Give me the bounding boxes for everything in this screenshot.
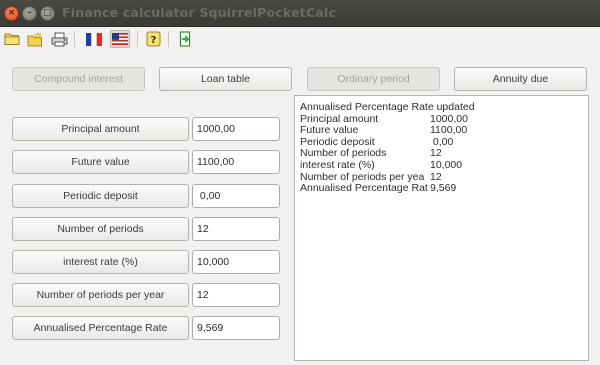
- periods-per-year-button[interactable]: Number of periods per year: [12, 283, 189, 307]
- loan-table-button[interactable]: Loan table: [159, 67, 292, 91]
- french-flag-icon[interactable]: [85, 30, 103, 48]
- periods-per-year-input[interactable]: 12: [192, 283, 280, 307]
- window-title: Finance calculator SquirrelPocketCalc: [62, 5, 337, 20]
- close-icon: ×: [7, 8, 16, 18]
- number-of-periods-input[interactable]: 12: [192, 217, 280, 241]
- annuity-due-button[interactable]: Annuity due: [454, 67, 587, 91]
- help-icon[interactable]: ?: [144, 30, 162, 48]
- future-value-button[interactable]: Future value: [12, 150, 189, 174]
- output-row-label: interest rate (%): [300, 159, 375, 171]
- periodic-deposit-input[interactable]: 0,00: [192, 184, 280, 208]
- output-row-label: Number of periods per yea: [300, 171, 425, 183]
- maximize-window-button[interactable]: □: [40, 6, 55, 21]
- output-row-label: Number of periods: [300, 148, 387, 160]
- output-row-label: Periodic deposit: [300, 136, 375, 148]
- output-row-label: Future value: [300, 125, 359, 137]
- new-folder-icon[interactable]: [26, 30, 44, 48]
- svg-text:?: ?: [150, 35, 156, 46]
- results-output-panel[interactable]: Annualised Percentage Rate updated Princ…: [294, 95, 589, 361]
- output-row: Annualised Percentage Rat 9,569: [300, 183, 588, 195]
- number-of-periods-button[interactable]: Number of periods: [12, 217, 189, 241]
- principal-amount-button[interactable]: Principal amount: [12, 117, 189, 141]
- output-row: interest rate (%) 10,000: [300, 158, 588, 172]
- output-row-label: Annualised Percentage Rat: [300, 183, 428, 195]
- output-row-label: Principal amount: [300, 113, 379, 125]
- output-row-value: 10,000: [430, 158, 463, 171]
- us-flag-icon[interactable]: [110, 30, 130, 48]
- open-folder-icon[interactable]: [3, 30, 21, 48]
- principal-amount-input[interactable]: 1000,00: [192, 117, 280, 141]
- print-icon[interactable]: [50, 30, 68, 48]
- output-row-value: 0,00: [430, 135, 454, 148]
- periodic-deposit-button[interactable]: Periodic deposit: [12, 184, 189, 208]
- annualised-percentage-rate-button[interactable]: Annualised Percentage Rate: [12, 316, 189, 340]
- minimize-window-button[interactable]: –: [22, 6, 37, 21]
- title-bar: × – □ Finance calculator SquirrelPocketC…: [0, 0, 600, 27]
- future-value-input[interactable]: 1100,00: [192, 150, 280, 174]
- ordinary-period-button[interactable]: Ordinary period: [307, 67, 440, 91]
- minimize-icon: –: [27, 8, 32, 18]
- exit-icon[interactable]: [177, 30, 195, 48]
- compound-interest-button[interactable]: Compound interest: [12, 67, 145, 91]
- toolbar-separator: [168, 31, 169, 47]
- toolbar-separator: [74, 31, 75, 47]
- output-row-value: 9,569: [430, 182, 457, 195]
- toolbar-separator: [137, 31, 138, 47]
- annualised-percentage-rate-input[interactable]: 9,569: [192, 316, 280, 340]
- toolbar: ?: [0, 27, 600, 51]
- interest-rate-button[interactable]: interest rate (%): [12, 250, 189, 274]
- maximize-icon: □: [43, 8, 52, 18]
- output-row: Periodic deposit 0,00: [300, 135, 588, 149]
- interest-rate-input[interactable]: 10,000: [192, 250, 280, 274]
- close-window-button[interactable]: ×: [4, 6, 19, 21]
- output-heading: Annualised Percentage Rate updated: [300, 101, 475, 113]
